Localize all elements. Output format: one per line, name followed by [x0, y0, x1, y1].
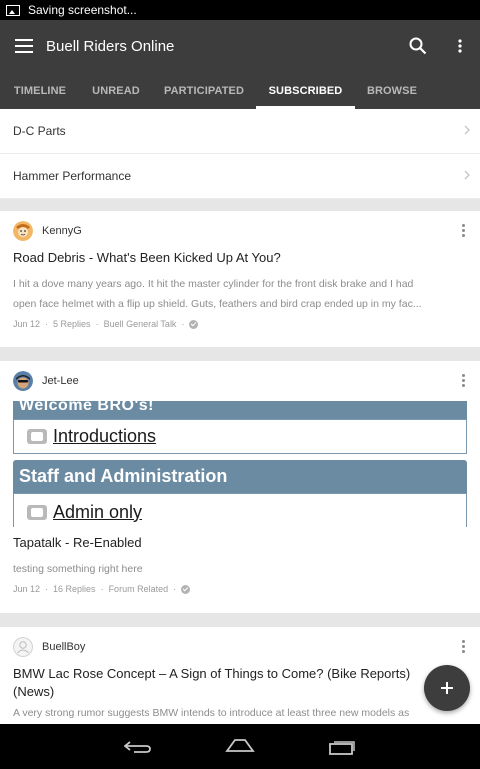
tab-browse[interactable]: BROWSE [355, 72, 429, 109]
chat-bubble-icon [27, 429, 47, 444]
topic-title: BMW Lac Rose Concept – A Sign of Things … [13, 666, 411, 699]
chat-bubble-icon [27, 504, 47, 520]
home-icon[interactable] [225, 738, 255, 752]
forum-link-row: Admin only [13, 493, 467, 527]
avatar [13, 221, 33, 241]
forum-link-row: Introductions [13, 419, 467, 454]
avatar [13, 637, 33, 657]
forum-section-header: Staff and Administration [13, 460, 467, 493]
author-name: BuellBoy [42, 641, 86, 653]
topic-image[interactable]: Welcome BRO's! Introductions Staff and A… [13, 401, 467, 527]
app-title: Buell Riders Online [46, 37, 175, 55]
screenshot-icon [6, 4, 20, 16]
check-icon [181, 584, 191, 594]
topic-date: Jun 12 [13, 584, 41, 594]
topic-preview: testing something right here [13, 563, 143, 575]
forum-header-partial: Welcome BRO's! [13, 401, 467, 419]
more-vert-icon[interactable] [462, 224, 466, 239]
topic-replies: 5 Replies [53, 319, 91, 329]
subscribed-forums-list: D-C Parts Hammer Performance [0, 109, 480, 199]
chevron-right-icon [464, 125, 470, 135]
status-bar: Saving screenshot... [0, 0, 480, 20]
search-icon[interactable] [398, 20, 438, 72]
tab-timeline[interactable]: TIMELINE [0, 72, 80, 109]
forum-name: D-C Parts [13, 124, 66, 138]
topic-preview: A very strong rumor suggests BMW intends… [13, 707, 410, 719]
check-icon [189, 319, 199, 329]
new-topic-button[interactable] [424, 665, 470, 711]
avatar [13, 371, 33, 391]
tab-subscribed[interactable]: SUBSCRIBED [256, 72, 355, 109]
topic-forum: Buell General Talk [103, 319, 177, 329]
author-name: KennyG [42, 225, 82, 237]
more-vert-icon[interactable] [462, 374, 466, 389]
topic-title: Tapatalk - Re-Enabled [13, 535, 142, 550]
tab-participated[interactable]: PARTICIPATED [152, 72, 256, 109]
more-vert-icon[interactable] [440, 20, 480, 72]
tab-bar: TIMELINE UNREAD PARTICIPATED SUBSCRIBED … [0, 72, 480, 109]
app-bar: Buell Riders Online [0, 20, 480, 72]
topic-title: Road Debris - What's Been Kicked Up At Y… [13, 250, 281, 265]
topic-card[interactable]: BuellBoy BMW Lac Rose Concept – A Sign o… [0, 627, 480, 724]
forum-link: Introductions [53, 426, 157, 446]
forum-row[interactable]: Hammer Performance [0, 154, 480, 199]
more-vert-icon[interactable] [462, 640, 466, 655]
forum-link: Admin only [53, 501, 143, 522]
plus-icon [441, 682, 453, 694]
topic-card[interactable]: Jet-Lee Welcome BRO's! Introductions Sta… [0, 361, 480, 613]
forum-row[interactable]: D-C Parts [0, 109, 480, 154]
status-text: Saving screenshot... [28, 3, 137, 17]
back-icon[interactable] [124, 740, 152, 754]
topic-date: Jun 12 [13, 319, 41, 329]
topic-meta: Jun 12 · 5 Replies · Buell General Talk · [0, 319, 480, 329]
system-nav-bar [0, 724, 480, 769]
author-name: Jet-Lee [42, 375, 79, 387]
forum-name: Hammer Performance [13, 169, 132, 183]
recents-icon[interactable] [329, 739, 357, 755]
hamburger-icon[interactable] [2, 20, 46, 72]
chevron-right-icon [464, 170, 470, 180]
topic-forum: Forum Related [108, 584, 169, 594]
tab-unread[interactable]: UNREAD [80, 72, 152, 109]
topic-preview: I hit a dove many years ago. It hit the … [13, 278, 422, 310]
topic-replies: 16 Replies [53, 584, 96, 594]
topic-card[interactable]: KennyG Road Debris - What's Been Kicked … [0, 211, 480, 347]
topic-meta: Jun 12 · 16 Replies · Forum Related · [0, 584, 480, 594]
